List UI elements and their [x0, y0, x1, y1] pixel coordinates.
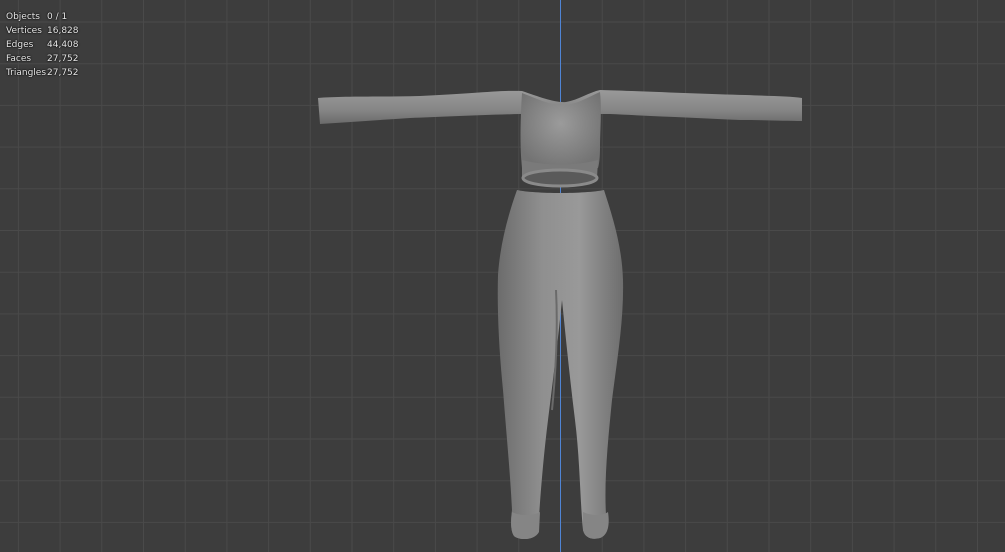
stats-value: 27,752: [47, 54, 79, 64]
viewport-grid: [0, 0, 1005, 552]
left-cuff: [511, 512, 540, 540]
stats-row-faces: Faces 27,752: [6, 52, 79, 66]
stats-value: 44,408: [47, 40, 79, 50]
3d-viewport[interactable]: Objects 0 / 1 Vertices 16,828 Edges 44,4…: [0, 0, 1005, 552]
waist-opening: [521, 168, 599, 188]
stats-value: 0 / 1: [47, 12, 68, 22]
stats-label: Objects: [6, 12, 41, 22]
right-cuff: [583, 512, 609, 539]
stats-row-vertices: Vertices 16,828: [6, 24, 79, 38]
stats-label: Edges: [6, 40, 34, 50]
stats-row-objects: Objects 0 / 1: [6, 10, 79, 24]
stats-row-edges: Edges 44,408: [6, 38, 79, 52]
stats-value: 16,828: [47, 26, 79, 36]
stats-row-triangles: Triangles 27,752: [6, 66, 79, 80]
stats-label: Faces: [6, 54, 32, 64]
stats-value: 27,752: [47, 68, 79, 78]
scene-statistics-overlay: Objects 0 / 1 Vertices 16,828 Edges 44,4…: [6, 10, 79, 80]
stats-label: Triangles: [6, 68, 47, 78]
stats-label: Vertices: [6, 26, 42, 36]
